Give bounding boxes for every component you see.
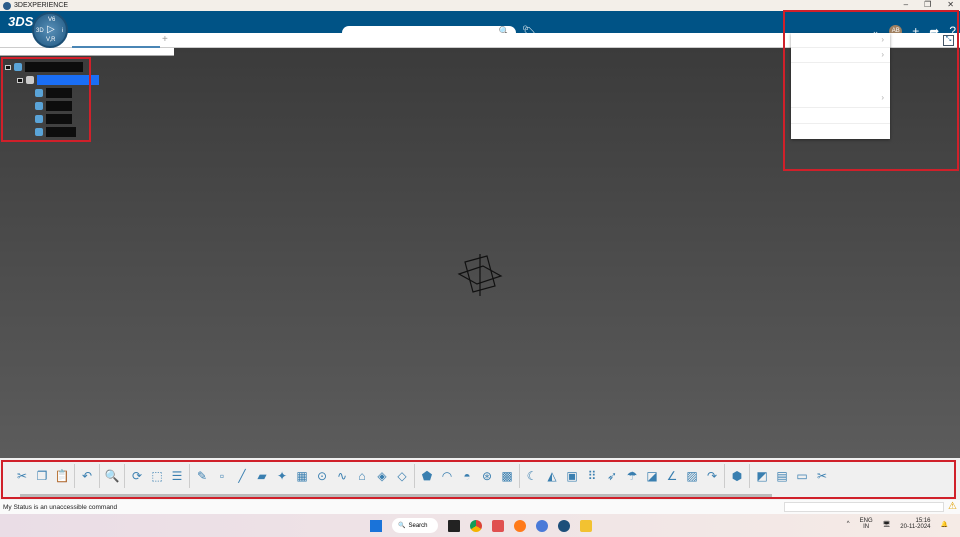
taskbar-search[interactable]: 🔍 Search [392,518,438,533]
warning-icon[interactable]: ⚠ [948,501,957,512]
tab-active[interactable] [72,33,160,48]
add-tab-button[interactable]: + [162,34,168,45]
maximize-button[interactable]: ❐ [924,0,931,9]
notification-bell-icon[interactable]: 🔔 [941,521,948,528]
search-label: Search [408,522,428,529]
annotation-box-tree [1,57,91,142]
brand-logo[interactable]: 3DS [8,14,33,29]
windows-start-icon[interactable] [370,519,382,532]
axis-system-icon [457,254,503,296]
window-title: 3DEXPERIENCE [14,2,69,9]
chrome-icon[interactable] [470,519,482,532]
compass-bottom[interactable]: V,R [46,37,55,43]
clock[interactable]: 15:16 20-11-2024 [900,518,930,530]
region-text: IN [863,524,870,530]
tree-header [0,48,174,56]
compass-3d[interactable]: 3D [36,28,44,34]
app-logo-icon [3,1,11,10]
minimize-button[interactable]: – [904,0,908,9]
chrome-profile-icon[interactable] [536,519,548,532]
command-input[interactable] [784,502,944,512]
date-text: 20-11-2024 [900,524,931,530]
language-indicator[interactable]: ENG IN [860,518,873,530]
compass-info[interactable]: i [62,28,63,34]
snipping-tool-icon[interactable] [492,519,504,532]
chevron-up-icon[interactable]: ^ [847,521,850,527]
play-icon[interactable]: ▷ [47,24,55,35]
status-text: My Status is an unaccessible command [3,504,118,511]
3dexperience-icon[interactable] [558,519,570,532]
search-icon: 🔍 [398,523,406,529]
compass-widget[interactable]: V6 3D ▷ i V,R [32,12,68,48]
firefox-icon[interactable] [514,519,526,532]
network-icon[interactable]: 🖥 [883,521,891,528]
annotation-box-toolbar [1,460,956,499]
windows-taskbar: 🔍 Search ^ ENG IN 🖥 15:16 20-11-2024 🔔 [0,514,960,537]
compass-top[interactable]: V6 [48,17,55,23]
close-button[interactable]: ✕ [947,0,954,9]
annotation-box-menu [783,10,959,171]
task-view-icon[interactable] [448,519,460,532]
file-explorer-icon[interactable] [580,519,592,532]
